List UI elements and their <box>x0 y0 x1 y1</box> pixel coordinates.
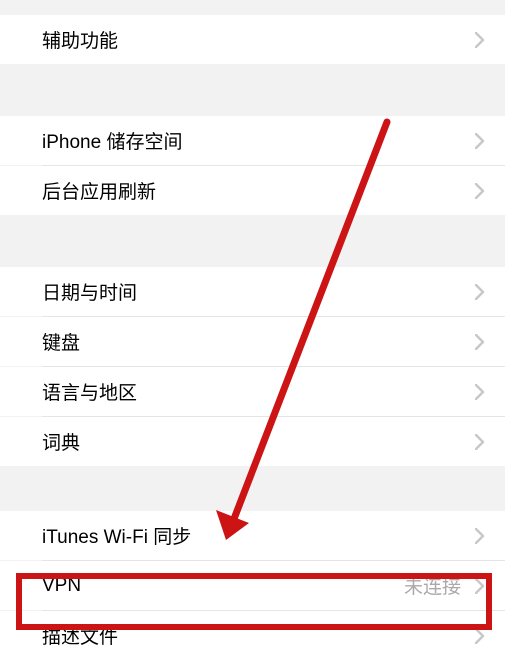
cell-accessibility[interactable]: 辅助功能 <box>0 15 505 64</box>
cell-detail: 未连接 <box>404 572 461 599</box>
chevron-right-icon <box>475 32 485 48</box>
chevron-right-icon <box>475 334 485 350</box>
cell-keyboard[interactable]: 键盘 <box>0 317 505 366</box>
cell-label: 日期与时间 <box>42 278 475 305</box>
chevron-right-icon <box>475 284 485 300</box>
section-gap <box>0 215 505 267</box>
cell-label: iPhone 储存空间 <box>42 127 475 154</box>
section-gap <box>0 466 505 511</box>
cell-label: 语言与地区 <box>42 378 475 405</box>
cell-label: VPN <box>42 575 404 597</box>
cell-label: 后台应用刷新 <box>42 177 475 204</box>
chevron-right-icon <box>475 183 485 199</box>
chevron-right-icon <box>475 578 485 594</box>
cell-label: 辅助功能 <box>42 26 475 53</box>
cell-iphone-storage[interactable]: iPhone 储存空间 <box>0 116 505 165</box>
settings-list: 辅助功能 iPhone 储存空间 后台应用刷新 日期与时间 键盘 语言与地区 <box>0 0 505 660</box>
chevron-right-icon <box>475 434 485 450</box>
cell-background-app-refresh[interactable]: 后台应用刷新 <box>0 166 505 215</box>
cell-dictionary[interactable]: 词典 <box>0 417 505 466</box>
top-spacer <box>0 0 505 15</box>
chevron-right-icon <box>475 384 485 400</box>
cell-label: 词典 <box>42 428 475 455</box>
chevron-right-icon <box>475 528 485 544</box>
section-gap <box>0 64 505 116</box>
cell-language-region[interactable]: 语言与地区 <box>0 367 505 416</box>
cell-vpn[interactable]: VPN 未连接 <box>0 561 505 610</box>
chevron-right-icon <box>475 133 485 149</box>
cell-itunes-wifi-sync[interactable]: iTunes Wi-Fi 同步 <box>0 511 505 560</box>
cell-date-time[interactable]: 日期与时间 <box>0 267 505 316</box>
cell-label: 键盘 <box>42 328 475 355</box>
cell-label: iTunes Wi-Fi 同步 <box>42 522 475 549</box>
